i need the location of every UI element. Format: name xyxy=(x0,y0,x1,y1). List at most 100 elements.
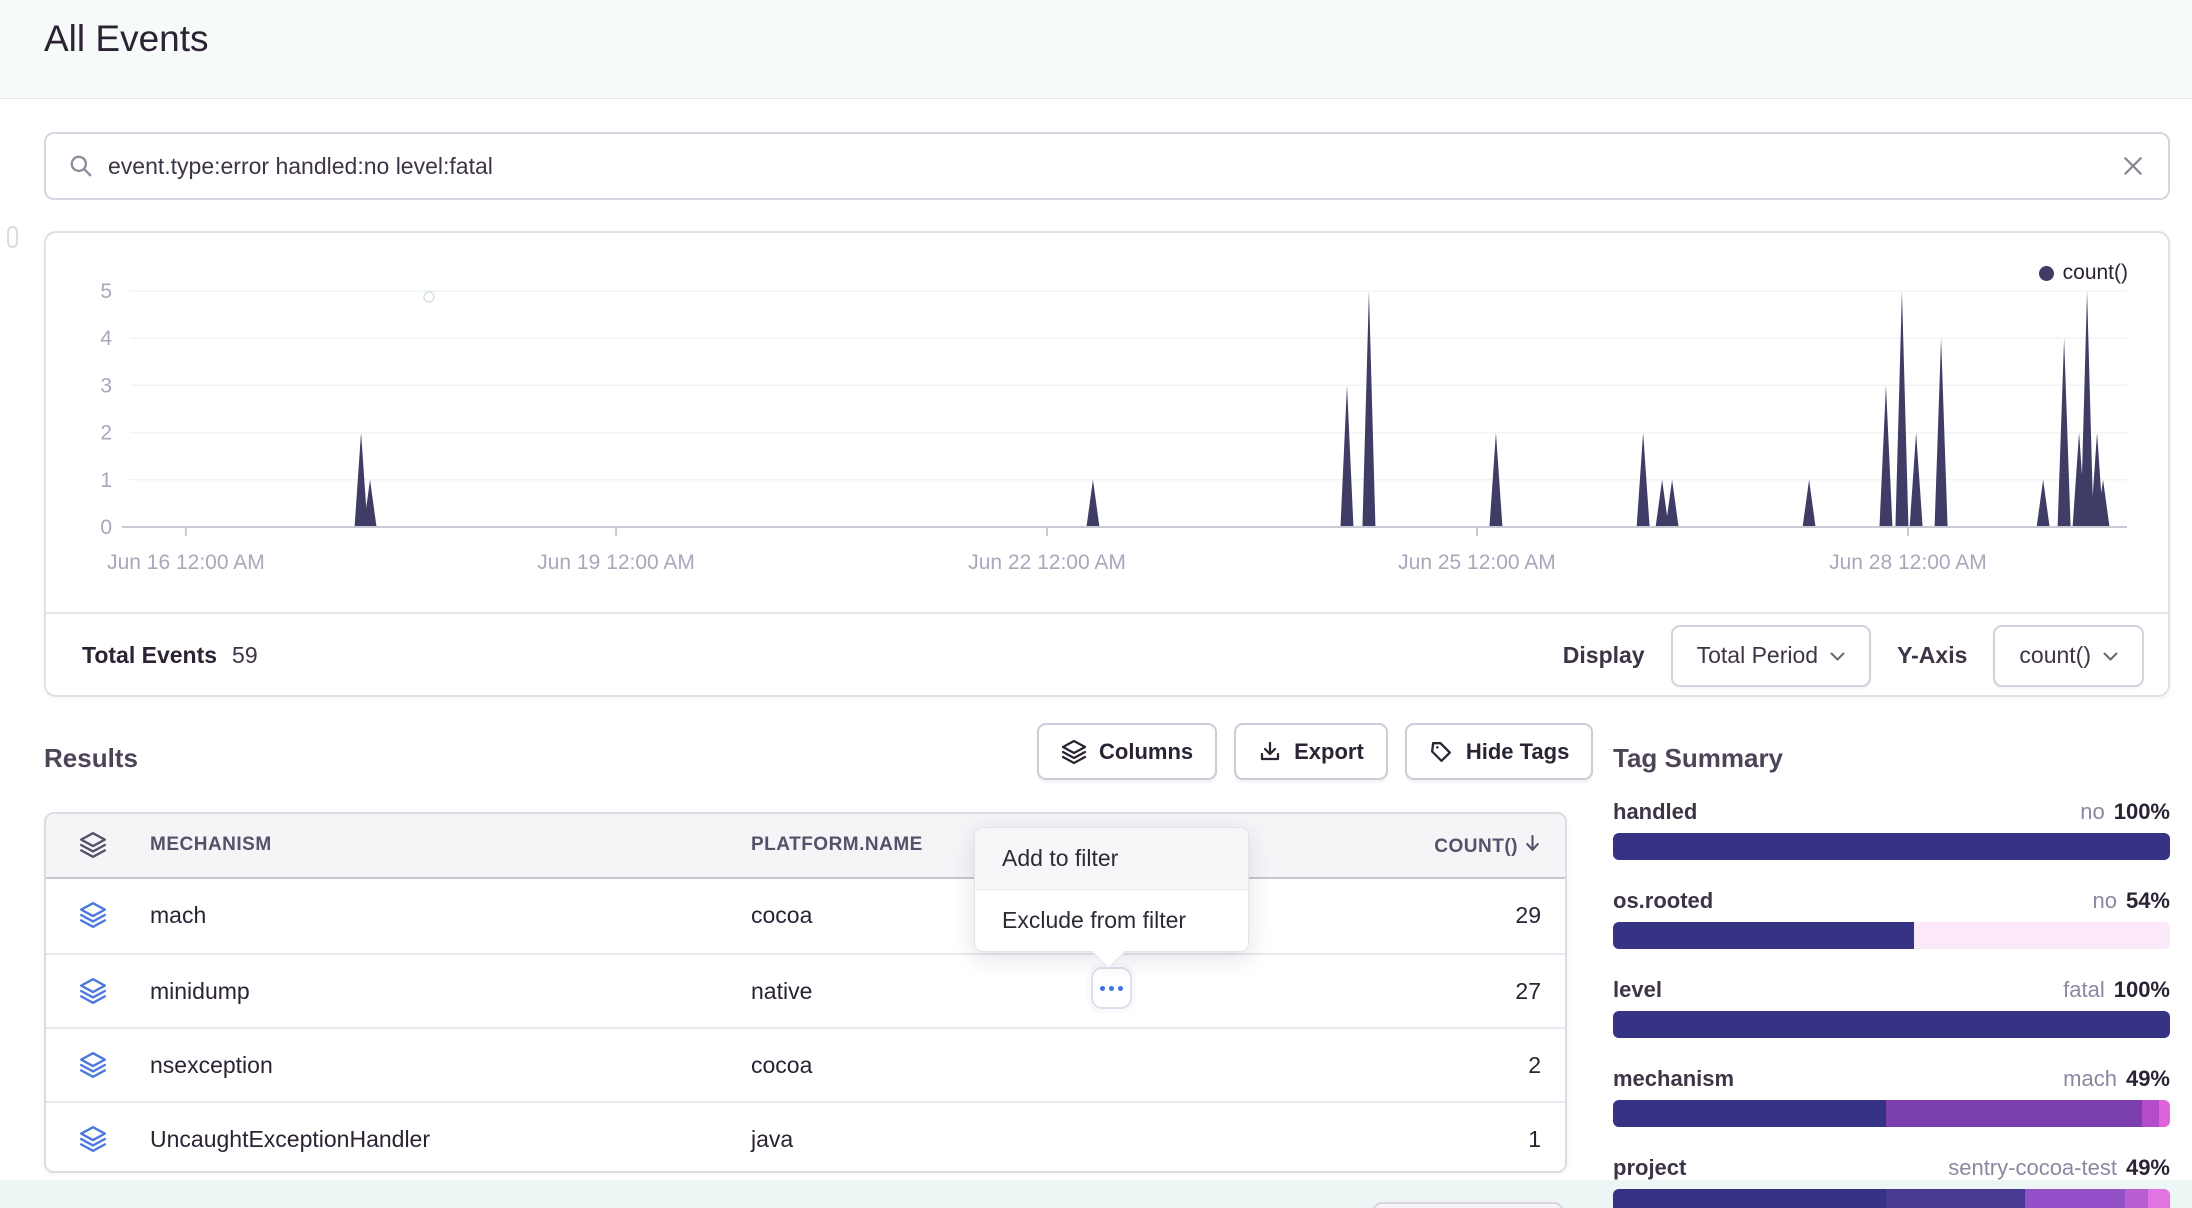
cell-platform-name[interactable]: java xyxy=(751,1126,793,1153)
tag-entry: handled no 100% xyxy=(1613,799,2170,860)
hide-tags-button-label: Hide Tags xyxy=(1466,739,1570,765)
table-row[interactable]: UncaughtExceptionHandler java 1 xyxy=(46,1101,1565,1173)
tag-distribution-bar[interactable] xyxy=(1613,833,2170,860)
chart-footer: Total Events 59 Display Total Period Y-A… xyxy=(46,612,2168,697)
tag-top-percent: 54% xyxy=(2126,888,2170,914)
total-events-label: Total Events xyxy=(82,642,217,669)
cell-mechanism[interactable]: UncaughtExceptionHandler xyxy=(150,1126,430,1153)
tag-summary: Tag Summary handled no 100% os.rooted no… xyxy=(1613,743,2170,1208)
tag-bar-segment xyxy=(1613,922,1914,949)
event-count-spike[interactable] xyxy=(1666,480,1679,527)
x-axis-tick-label: Jun 16 12:00 AM xyxy=(107,551,265,574)
event-count-spike[interactable] xyxy=(1086,480,1099,527)
row-actions-button[interactable] xyxy=(1091,967,1132,1009)
tag-name: level xyxy=(1613,977,1662,1003)
table-header-row: MECHANISM PLATFORM.NAME COUNT() xyxy=(46,814,1565,879)
tag-distribution-bar[interactable] xyxy=(1613,1011,2170,1038)
event-count-spike[interactable] xyxy=(1362,291,1375,527)
tag-top-percent: 100% xyxy=(2114,799,2170,825)
column-header-mechanism[interactable]: MECHANISM xyxy=(150,834,272,856)
legend-label: count() xyxy=(2063,261,2128,285)
x-axis-tick-label: Jun 22 12:00 AM xyxy=(968,551,1126,574)
cell-mechanism[interactable]: minidump xyxy=(150,978,250,1005)
hide-tags-button[interactable]: Hide Tags xyxy=(1405,723,1594,780)
tag-bar-segment xyxy=(1886,1100,2142,1127)
chevron-down-icon xyxy=(1830,652,1845,662)
event-count-spike[interactable] xyxy=(2081,291,2094,527)
table-row[interactable]: nsexception cocoa 2 xyxy=(46,1027,1565,1101)
table-row[interactable]: mach cocoa 29 xyxy=(46,879,1565,953)
tag-entry: project sentry-cocoa-test 49% xyxy=(1613,1155,2170,1208)
chart-legend[interactable]: count() xyxy=(2039,261,2128,285)
tag-bar-segment xyxy=(1613,1011,2170,1038)
layers-icon xyxy=(79,901,107,934)
discover-all-events-page: All Events event.type:error handled:no l… xyxy=(0,0,2192,1208)
y-axis-tick-label: 5 xyxy=(100,280,112,303)
tag-entry: level fatal 100% xyxy=(1613,977,2170,1038)
pagination[interactable] xyxy=(1372,1202,1564,1208)
event-count-spike[interactable] xyxy=(1803,480,1816,527)
search-bar[interactable]: event.type:error handled:no level:fatal xyxy=(44,132,2170,200)
tag-distribution-bar[interactable] xyxy=(1613,1189,2170,1208)
tag-summary-title: Tag Summary xyxy=(1613,743,2170,774)
page-header: All Events xyxy=(0,0,2192,99)
ellipsis-icon xyxy=(1100,986,1105,991)
event-count-spike[interactable] xyxy=(1895,291,1908,527)
tag-bar-segment xyxy=(1886,1189,2025,1208)
tag-bar-segment xyxy=(2142,1100,2159,1127)
columns-button[interactable]: Columns xyxy=(1037,723,1217,780)
total-events: Total Events 59 xyxy=(82,642,258,669)
column-header-platform-name[interactable]: PLATFORM.NAME xyxy=(751,834,923,856)
tag-name: os.rooted xyxy=(1613,888,1713,914)
stray-datapoint-marker xyxy=(424,292,434,302)
events-chart-card: 012345Jun 16 12:00 AMJun 19 12:00 AMJun … xyxy=(44,231,2170,697)
x-axis-tick-label: Jun 19 12:00 AM xyxy=(537,551,695,574)
table-body: mach cocoa 29 minidump native 27 nsexcep… xyxy=(46,879,1565,1173)
results-title: Results xyxy=(44,743,138,774)
legend-dot-icon xyxy=(2039,266,2054,281)
tag-icon xyxy=(1429,739,1454,764)
export-icon xyxy=(1258,740,1282,764)
y-axis-tick-label: 2 xyxy=(100,422,112,445)
cell-count: 27 xyxy=(1515,978,1541,1005)
clear-search-icon[interactable] xyxy=(2122,155,2144,177)
y-axis-tick-label: 4 xyxy=(100,327,112,350)
tag-distribution-bar[interactable] xyxy=(1613,1100,2170,1127)
cell-mechanism[interactable]: nsexception xyxy=(150,1052,273,1079)
event-count-spike[interactable] xyxy=(2037,480,2050,527)
menu-item-add-to-filter[interactable]: Add to filter xyxy=(975,828,1248,890)
table-row[interactable]: minidump native 27 xyxy=(46,953,1565,1027)
column-header-count[interactable]: COUNT() xyxy=(1434,834,1541,859)
cell-platform-name[interactable]: cocoa xyxy=(751,902,812,929)
display-select[interactable]: Total Period xyxy=(1671,625,1871,687)
sidebar-resize-handle[interactable] xyxy=(7,226,18,248)
results-table: MECHANISM PLATFORM.NAME COUNT() mach xyxy=(44,812,1567,1173)
tag-summary-entries: handled no 100% os.rooted no 54% level f… xyxy=(1613,799,2170,1208)
x-axis-tick-label: Jun 28 12:00 AM xyxy=(1829,551,1987,574)
x-axis-tick-label: Jun 25 12:00 AM xyxy=(1398,551,1556,574)
cell-platform-name[interactable]: native xyxy=(751,978,812,1005)
cell-platform-name[interactable]: cocoa xyxy=(751,1052,812,1079)
events-over-time-chart[interactable]: 012345Jun 16 12:00 AMJun 19 12:00 AMJun … xyxy=(46,233,2168,612)
cell-count: 1 xyxy=(1528,1126,1541,1153)
search-input[interactable]: event.type:error handled:no level:fatal xyxy=(108,153,2122,180)
cell-mechanism[interactable]: mach xyxy=(150,902,206,929)
export-button[interactable]: Export xyxy=(1234,723,1388,780)
tag-distribution-bar[interactable] xyxy=(1613,922,2170,949)
chart-controls: Display Total Period Y-Axis count() xyxy=(1563,625,2144,687)
sort-arrow-down-icon xyxy=(1524,834,1541,859)
cell-count: 29 xyxy=(1515,902,1541,929)
tag-bar-segment xyxy=(2025,1189,2125,1208)
tag-top-value: fatal xyxy=(2063,977,2105,1003)
tag-bar-segment xyxy=(1613,833,2170,860)
results-toolbar: Columns Export Hide Tags xyxy=(1037,723,1593,780)
tag-entry: os.rooted no 54% xyxy=(1613,888,2170,949)
event-count-spike[interactable] xyxy=(1879,385,1892,527)
event-count-spike[interactable] xyxy=(1340,385,1353,527)
tag-bar-segment xyxy=(2125,1189,2147,1208)
tag-name: mechanism xyxy=(1613,1066,1734,1092)
page-title: All Events xyxy=(44,18,209,60)
layers-icon xyxy=(79,1125,107,1158)
yaxis-select[interactable]: count() xyxy=(1993,625,2144,687)
tag-bar-segment xyxy=(1914,922,2170,949)
